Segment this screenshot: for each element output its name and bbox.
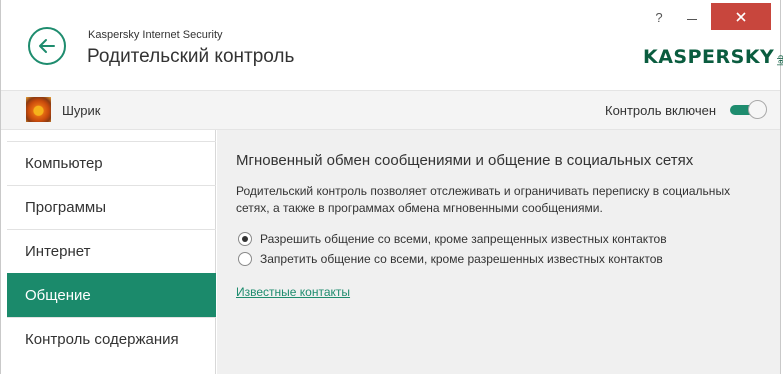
- option-label: Запретить общение со всеми, кроме разреш…: [260, 252, 663, 266]
- section-description: Родительский контроль позволяет отслежив…: [236, 184, 731, 215]
- page-title: Родительский контроль: [87, 46, 295, 67]
- control-status-label: Контроль включен: [605, 103, 717, 118]
- radio-button[interactable]: [238, 252, 252, 266]
- avatar: [26, 97, 51, 122]
- option-allow-all[interactable]: Разрешить общение со всеми, кроме запрещ…: [238, 230, 667, 248]
- close-button[interactable]: [711, 3, 771, 30]
- sidebar-item-computer[interactable]: Компьютер: [7, 141, 216, 185]
- option-label: Разрешить общение со всеми, кроме запрещ…: [260, 232, 667, 246]
- toggle-knob: [748, 100, 767, 119]
- sidebar-item-communication[interactable]: Общение: [7, 273, 216, 317]
- app-name: Kaspersky Internet Security: [88, 29, 223, 41]
- sidebar-item-content-control[interactable]: Контроль содержания: [7, 317, 216, 361]
- option-deny-all[interactable]: Запретить общение со всеми, кроме разреш…: [238, 250, 663, 268]
- kaspersky-logo: KASPERSKY lab: [643, 43, 783, 67]
- known-contacts-link[interactable]: Известные контакты: [236, 285, 350, 299]
- sidebar-item-internet[interactable]: Интернет: [7, 229, 216, 273]
- logo-text: KASPERSKY: [643, 46, 775, 68]
- back-button[interactable]: [28, 27, 66, 65]
- main-content: Мгновенный обмен сообщениями и общение в…: [217, 130, 780, 374]
- app-window: Kaspersky Internet Security Родительский…: [0, 0, 783, 374]
- arrow-left-icon: [39, 39, 55, 53]
- help-button[interactable]: ?: [651, 10, 667, 26]
- user-bar: Шурик Контроль включен: [1, 90, 780, 130]
- section-title: Мгновенный обмен сообщениями и общение в…: [236, 152, 694, 169]
- logo-suffix: lab: [776, 55, 783, 66]
- radio-button-checked[interactable]: [238, 232, 252, 246]
- control-toggle[interactable]: [730, 100, 767, 121]
- sidebar: Компьютер Программы Интернет Общение Кон…: [1, 130, 216, 374]
- header: Kaspersky Internet Security Родительский…: [1, 0, 783, 90]
- minimize-button[interactable]: [684, 10, 700, 26]
- sidebar-item-programs[interactable]: Программы: [7, 185, 216, 229]
- user-name: Шурик: [62, 103, 101, 118]
- close-icon: [736, 11, 746, 22]
